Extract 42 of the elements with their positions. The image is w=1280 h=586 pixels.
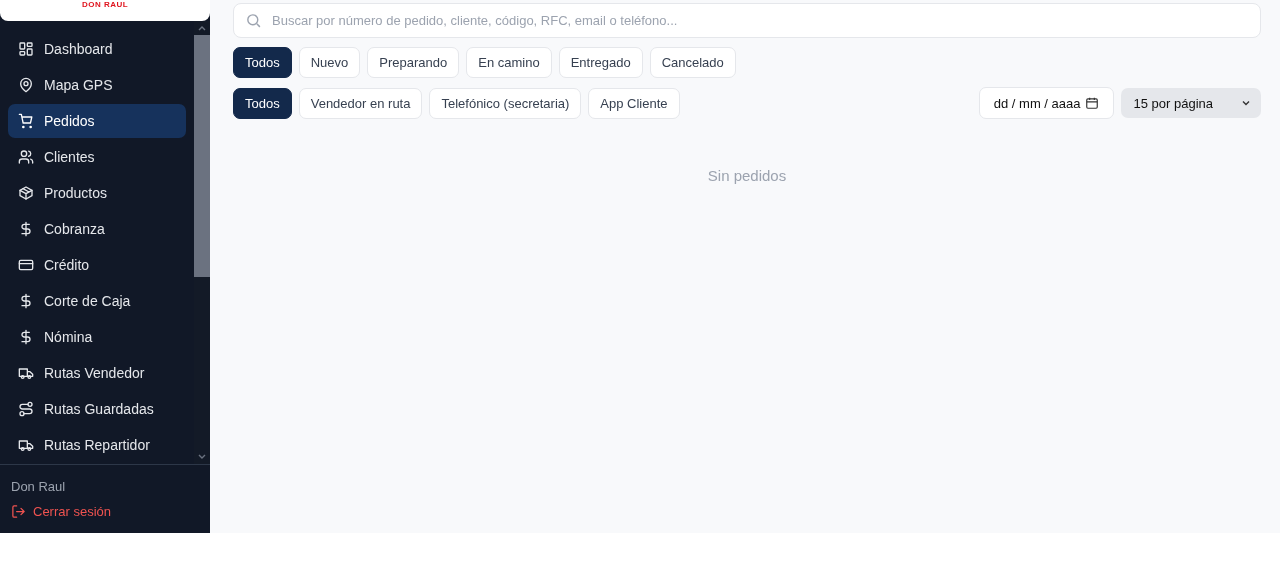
- chevron-down-icon: [1241, 98, 1251, 108]
- sidebar-item[interactable]: Corte de Caja: [8, 283, 186, 318]
- status-filter-button[interactable]: En camino: [466, 47, 552, 78]
- logout-link[interactable]: Cerrar sesión: [11, 504, 112, 519]
- date-field[interactable]: dd / mm / aaaa: [978, 87, 1115, 119]
- logout-icon: [11, 504, 26, 519]
- status-filter-button[interactable]: Cancelado: [649, 47, 736, 78]
- sidebar-item[interactable]: Rutas Repartidor: [8, 427, 186, 462]
- route-icon: [18, 400, 34, 417]
- source-filter-button[interactable]: Vendedor en ruta: [298, 87, 423, 119]
- sidebar-item[interactable]: Dashboard: [8, 31, 186, 66]
- dollar-icon: [18, 328, 34, 345]
- status-filter-button[interactable]: Nuevo: [298, 47, 361, 78]
- status-filter-button[interactable]: Preparando: [367, 47, 460, 78]
- map-pin-icon: [18, 76, 34, 93]
- sidebar-item[interactable]: Crédito: [8, 247, 186, 282]
- cart-icon: [18, 112, 34, 129]
- page-size-select[interactable]: 15 por página: [1121, 88, 1261, 118]
- sidebar-item[interactable]: Nómina: [8, 319, 186, 354]
- sidebar-item[interactable]: Productos: [8, 175, 186, 210]
- status-filter-button[interactable]: Todos: [233, 47, 292, 78]
- sidebar-item[interactable]: Cobranza: [8, 211, 186, 246]
- sidebar-item[interactable]: Rutas Guardadas: [8, 391, 186, 426]
- source-filter-button[interactable]: App Cliente: [588, 87, 680, 119]
- search-field[interactable]: Buscar por número de pedido, cliente, código, RFC, email o teléfono...: [233, 3, 1261, 38]
- source-filter-button[interactable]: Telefónico (secretaria): [429, 87, 582, 119]
- sidebar-item[interactable]: Rutas Vendedor: [8, 355, 186, 390]
- sidebar-item[interactable]: Pedidos: [8, 103, 186, 138]
- dollar-icon: [18, 220, 34, 237]
- search-icon: [245, 12, 262, 29]
- source-filter-button[interactable]: Todos: [233, 87, 292, 119]
- box-icon: [18, 184, 34, 201]
- calendar-icon: [1085, 96, 1100, 110]
- user-name: Don Raul: [11, 479, 67, 494]
- users-icon: [18, 148, 34, 165]
- sidebar-item[interactable]: Clientes: [8, 139, 186, 174]
- empty-message: Sin pedidos: [706, 167, 788, 184]
- status-filter-button[interactable]: Entregado: [558, 47, 643, 78]
- sidebar-item[interactable]: Mapa GPS: [8, 67, 186, 102]
- logo-text: DON RAUL: [81, 0, 129, 9]
- grid-icon: [18, 40, 34, 57]
- dollar-icon: [18, 292, 34, 309]
